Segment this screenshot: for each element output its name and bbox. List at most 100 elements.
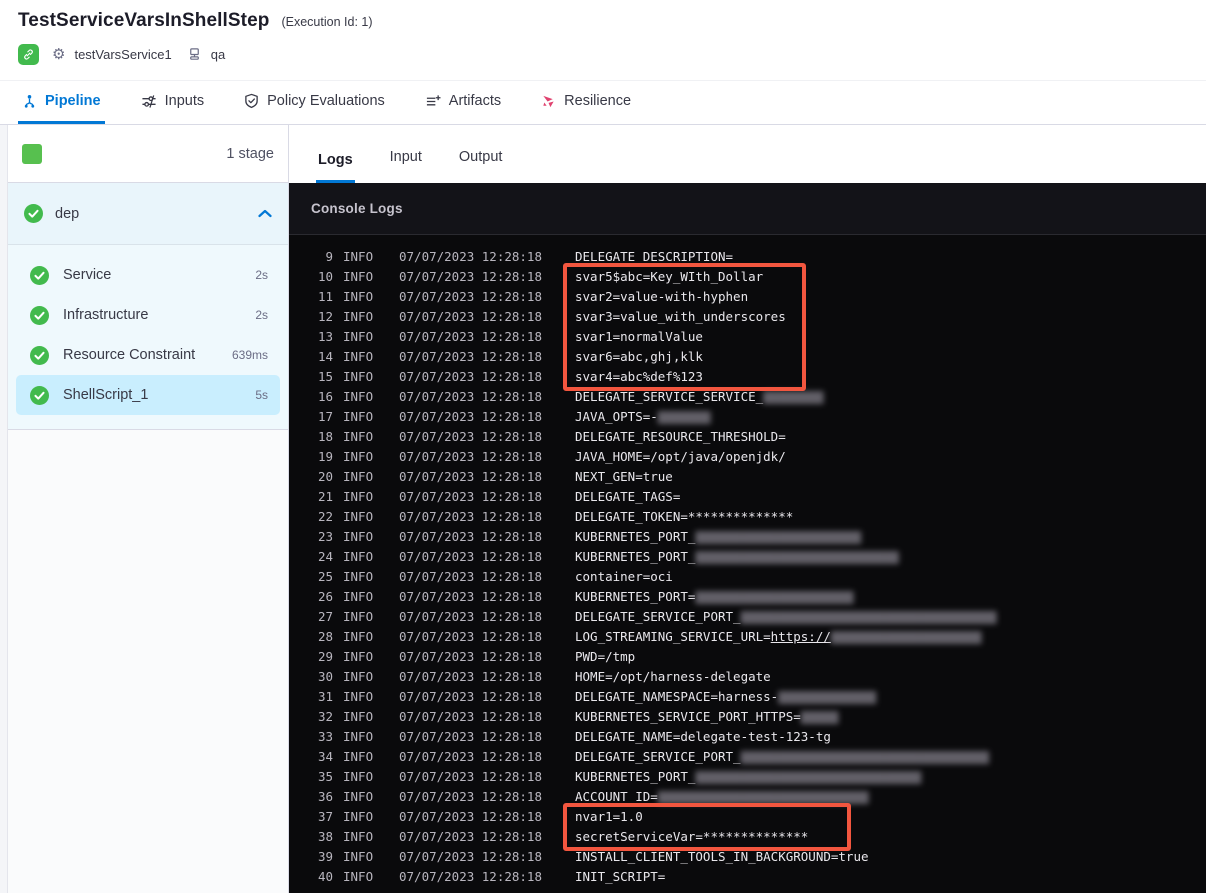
redacted-text: ▇▇▇▇▇▇▇▇▇▇▇▇▇▇▇▇▇▇▇▇▇ bbox=[695, 589, 854, 604]
execution-tabbar: Pipeline Inputs Policy Evaluations Artif… bbox=[0, 80, 1206, 125]
tab-input[interactable]: Input bbox=[388, 149, 424, 183]
redacted-text: ▇▇▇▇▇▇▇▇▇▇▇▇▇▇▇▇▇▇▇▇ bbox=[830, 629, 982, 644]
log-row: 24 INFO 07/07/2023 12:28:18 KUBERNETES_PORT… bbox=[317, 549, 899, 564]
step-duration: 2s bbox=[255, 308, 268, 322]
redacted-text: ▇▇▇▇▇▇▇ bbox=[657, 409, 711, 424]
log-row: 9 INFO 07/07/2023 12:28:18 DELEGATE_DESCRIP… bbox=[325, 249, 734, 264]
log-row: 20 INFO 07/07/2023 12:28:18 NEXT_GEN=true bbox=[317, 469, 673, 484]
stage-status-square[interactable] bbox=[22, 143, 42, 164]
log-row: 28 INFO 07/07/2023 12:28:18 LOG_STREAMING_S… bbox=[317, 629, 982, 644]
stage-group-dep[interactable]: dep bbox=[8, 183, 288, 245]
step-list: Service 2s Infrastructure 2s Resource Co… bbox=[8, 245, 288, 430]
sidebar-empty-area bbox=[8, 430, 288, 893]
log-row: 10 INFO 07/07/2023 12:28:18 svar5$abc=Key_W… bbox=[317, 269, 764, 284]
step-duration: 5s bbox=[255, 388, 268, 402]
log-row: 39 INFO 07/07/2023 12:28:18 INSTALL_CLIENT_… bbox=[317, 849, 869, 864]
tab-logs[interactable]: Logs bbox=[316, 152, 355, 183]
gear-icon[interactable]: ⚙ bbox=[52, 47, 65, 62]
step-duration: 2s bbox=[255, 268, 268, 282]
console-logs-title: Console Logs bbox=[311, 201, 403, 216]
policy-shield-icon bbox=[244, 93, 259, 109]
redacted-text: ▇▇▇▇▇ bbox=[800, 709, 839, 724]
tab-policy-evaluations[interactable]: Policy Evaluations bbox=[240, 81, 389, 124]
execution-header: TestServiceVarsInShellStep (Execution Id… bbox=[0, 0, 1206, 80]
redacted-text: ▇▇▇▇▇▇▇▇▇▇▇▇▇▇▇▇▇▇▇▇▇▇▇▇▇▇▇▇ bbox=[657, 789, 869, 804]
console-log-area[interactable]: 9 INFO 07/07/2023 12:28:18 DELEGATE_DESCRIP… bbox=[289, 235, 1206, 893]
execution-sidebar: 1 stage dep Service 2s Infrastructure 2s… bbox=[0, 125, 289, 893]
log-row: 22 INFO 07/07/2023 12:28:18 DELEGATE_TOKEN=… bbox=[317, 509, 794, 524]
chevron-up-icon[interactable] bbox=[258, 209, 272, 218]
artifacts-icon bbox=[425, 94, 441, 109]
log-row: 23 INFO 07/07/2023 12:28:18 KUBERNETES_PORT… bbox=[317, 529, 861, 544]
step-details-pane: Logs Input Output Console Logs 9 INFO 07/0… bbox=[289, 125, 1206, 893]
redacted-text: ▇▇▇▇▇▇▇▇ bbox=[763, 389, 824, 404]
log-row: 17 INFO 07/07/2023 12:28:18 JAVA_OPTS=-▇▇▇▇… bbox=[317, 409, 711, 424]
log-row: 27 INFO 07/07/2023 12:28:18 DELEGATE_SERVIC… bbox=[317, 609, 997, 624]
log-row: 40 INFO 07/07/2023 12:28:18 INIT_SCRIPT= bbox=[317, 869, 666, 884]
log-row: 15 INFO 07/07/2023 12:28:18 svar4=abc%def%1… bbox=[317, 369, 703, 384]
log-row: 36 INFO 07/07/2023 12:28:18 ACCOUNT_ID=▇▇▇▇… bbox=[317, 789, 869, 804]
log-row: 19 INFO 07/07/2023 12:28:18 JAVA_HOME=/opt/… bbox=[317, 449, 786, 464]
console-logs-header[interactable]: Console Logs bbox=[289, 183, 1206, 235]
resilience-icon bbox=[541, 94, 556, 109]
tab-artifacts[interactable]: Artifacts bbox=[421, 81, 505, 124]
stage-count-label: 1 stage bbox=[226, 145, 274, 162]
log-row: 37 INFO 07/07/2023 12:28:18 nvar1=1.0 bbox=[317, 809, 643, 824]
console-panel: Console Logs 9 INFO 07/07/2023 12:28:18 DEL… bbox=[289, 183, 1206, 893]
tab-resilience-label: Resilience bbox=[564, 93, 632, 109]
log-row: 13 INFO 07/07/2023 12:28:18 svar1=normalVal… bbox=[317, 329, 703, 344]
step-duration: 639ms bbox=[231, 348, 268, 362]
log-row: 25 INFO 07/07/2023 12:28:18 container=oci bbox=[317, 569, 673, 584]
page-title: TestServiceVarsInShellStep bbox=[18, 10, 270, 31]
log-row: 30 INFO 07/07/2023 12:28:18 HOME=/opt/harne… bbox=[317, 669, 771, 684]
log-row: 14 INFO 07/07/2023 12:28:18 svar6=abc,ghj,k… bbox=[317, 349, 703, 364]
log-row: 21 INFO 07/07/2023 12:28:18 DELEGATE_TAGS= bbox=[317, 489, 681, 504]
redacted-text: ▇▇▇▇▇▇▇▇▇▇▇▇▇▇▇▇▇▇▇▇▇▇▇▇▇▇▇▇▇▇▇▇▇ bbox=[740, 749, 989, 764]
log-row: 16 INFO 07/07/2023 12:28:18 DELEGATE_SERVIC… bbox=[317, 389, 824, 404]
log-row: 12 INFO 07/07/2023 12:28:18 svar3=value_wit… bbox=[317, 309, 786, 324]
environment-name[interactable]: qa bbox=[211, 47, 225, 62]
redacted-text: ▇▇▇▇▇▇▇▇▇▇▇▇▇ bbox=[778, 689, 877, 704]
tab-inputs-label: Inputs bbox=[164, 93, 205, 109]
redacted-text: ▇▇▇▇▇▇▇▇▇▇▇▇▇▇▇▇▇▇▇▇▇▇▇▇▇▇▇▇▇▇▇▇▇▇ bbox=[740, 609, 997, 624]
tab-policy-evaluations-label: Policy Evaluations bbox=[267, 93, 385, 109]
success-check-icon bbox=[30, 305, 49, 325]
inputs-icon bbox=[141, 94, 157, 109]
log-row: 38 INFO 07/07/2023 12:28:18 secretServiceVa… bbox=[317, 829, 809, 844]
log-row: 35 INFO 07/07/2023 12:28:18 KUBERNETES_PORT… bbox=[317, 769, 922, 784]
tab-pipeline[interactable]: Pipeline bbox=[18, 81, 105, 124]
stage-group-label: dep bbox=[55, 205, 80, 222]
log-row: 31 INFO 07/07/2023 12:28:18 DELEGATE_NAMESP… bbox=[317, 689, 877, 704]
success-check-icon bbox=[30, 385, 49, 405]
step-label: Resource Constraint bbox=[63, 347, 196, 363]
step-shellscript-1[interactable]: ShellScript_1 5s bbox=[16, 375, 280, 415]
step-service[interactable]: Service 2s bbox=[16, 255, 280, 295]
step-resource-constraint[interactable]: Resource Constraint 639ms bbox=[16, 335, 280, 375]
redacted-text: ▇▇▇▇▇▇▇▇▇▇▇▇▇▇▇▇▇▇▇▇▇▇▇▇▇▇▇ bbox=[695, 549, 899, 564]
redacted-text: ▇▇▇▇▇▇▇▇▇▇▇▇▇▇▇▇▇▇▇▇▇▇▇▇▇▇▇▇▇▇ bbox=[695, 769, 922, 784]
log-row: 33 INFO 07/07/2023 12:28:18 DELEGATE_NAME=d… bbox=[317, 729, 831, 744]
tab-output[interactable]: Output bbox=[457, 149, 505, 183]
log-row: 11 INFO 07/07/2023 12:28:18 svar2=value-wit… bbox=[317, 289, 749, 304]
tab-pipeline-label: Pipeline bbox=[45, 93, 101, 109]
log-row: 34 INFO 07/07/2023 12:28:18 DELEGATE_SERVIC… bbox=[317, 749, 989, 764]
success-check-icon bbox=[30, 265, 49, 285]
tab-resilience[interactable]: Resilience bbox=[537, 81, 635, 124]
step-label: Service bbox=[63, 267, 112, 283]
log-row: 26 INFO 07/07/2023 12:28:18 KUBERNETES_PORT… bbox=[317, 589, 854, 604]
tab-artifacts-label: Artifacts bbox=[448, 93, 502, 109]
service-link-icon bbox=[18, 44, 39, 65]
collapsed-nav-rail bbox=[0, 125, 8, 893]
step-infrastructure[interactable]: Infrastructure 2s bbox=[16, 295, 280, 335]
success-check-icon bbox=[30, 345, 49, 365]
step-label: ShellScript_1 bbox=[63, 387, 149, 403]
execution-page: TestServiceVarsInShellStep (Execution Id… bbox=[0, 0, 1206, 893]
log-row: 32 INFO 07/07/2023 12:28:18 KUBERNETES_SERV… bbox=[317, 709, 839, 724]
redacted-text: ▇▇▇▇▇▇▇▇▇▇▇▇▇▇▇▇▇▇▇▇▇▇ bbox=[695, 529, 861, 544]
log-row: 29 INFO 07/07/2023 12:28:18 PWD=/tmp bbox=[317, 649, 636, 664]
step-label: Infrastructure bbox=[63, 307, 149, 323]
success-check-icon bbox=[24, 204, 43, 223]
execution-id: (Execution Id: 1) bbox=[281, 15, 373, 29]
service-name[interactable]: testVarsService1 bbox=[74, 47, 171, 62]
tab-inputs[interactable]: Inputs bbox=[137, 81, 209, 124]
